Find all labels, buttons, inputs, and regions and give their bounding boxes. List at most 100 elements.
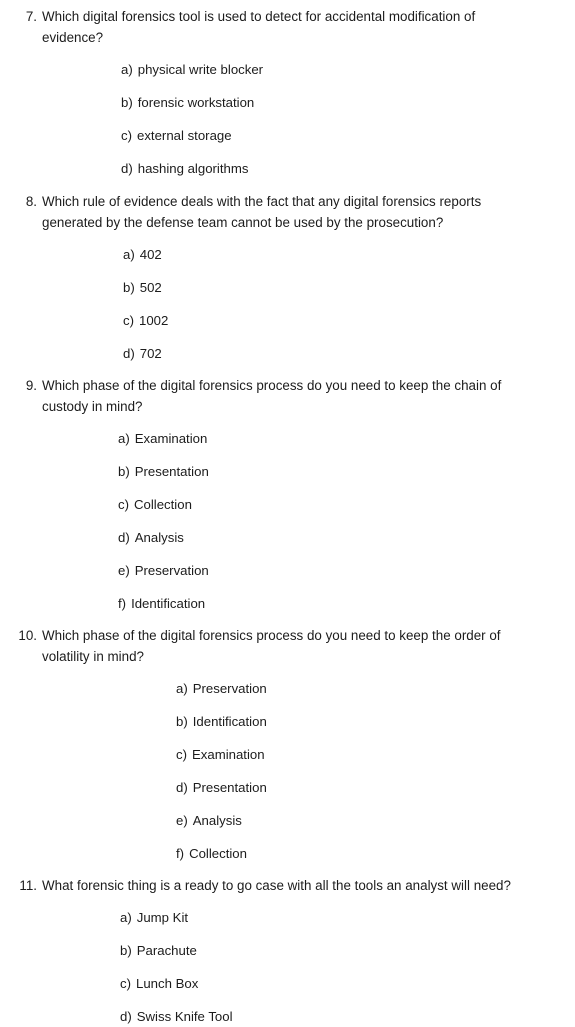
- option-text: physical write blocker: [137, 62, 264, 77]
- spacer: [0, 113, 545, 126]
- options-list: a) Examination b) Presentation c) Collec…: [0, 429, 545, 614]
- spacer: [0, 548, 545, 561]
- spacer: [0, 928, 545, 941]
- option-text: Examination: [134, 431, 208, 446]
- spacer: [0, 961, 545, 974]
- option-letter: c): [123, 313, 134, 328]
- question-row: 7. Which digital forensics tool is used …: [0, 6, 545, 48]
- option-text: 1002: [139, 313, 169, 328]
- spacer: [0, 146, 545, 159]
- question-block-7: 7. Which digital forensics tool is used …: [0, 6, 545, 179]
- option-letter: c): [121, 128, 132, 143]
- option-text: 502: [139, 280, 162, 295]
- options-list: a) Jump Kit b) Parachute c) Lunch Box d)…: [0, 908, 545, 1027]
- option-letter: d): [118, 530, 130, 545]
- question-number: 11.: [19, 878, 37, 893]
- option-row[interactable]: e) Analysis: [0, 811, 545, 831]
- option-row[interactable]: b) forensic workstation: [0, 93, 545, 113]
- option-letter: c): [118, 497, 129, 512]
- option-letter: a): [118, 431, 130, 446]
- options-list: a) 402 b) 502 c) 1002 d) 702: [0, 245, 545, 364]
- spacer: [0, 798, 545, 811]
- spacer: [0, 732, 545, 745]
- option-text: Examination: [192, 747, 265, 762]
- spacer: [0, 298, 545, 311]
- option-row[interactable]: c) 1002: [0, 311, 545, 331]
- option-letter: a): [176, 681, 188, 696]
- option-letter: a): [123, 247, 135, 262]
- option-row[interactable]: e) Preservation: [0, 561, 545, 581]
- option-row[interactable]: b) Presentation: [0, 462, 545, 482]
- question-text: Which rule of evidence deals with the fa…: [42, 194, 482, 230]
- option-row[interactable]: f) Identification: [0, 594, 545, 614]
- option-text: Presentation: [192, 780, 267, 795]
- option-text: Collection: [134, 497, 192, 512]
- question-number: 9.: [25, 378, 37, 393]
- option-letter: c): [176, 747, 187, 762]
- option-row[interactable]: a) Preservation: [0, 679, 545, 699]
- spacer: [0, 581, 545, 594]
- option-row[interactable]: c) Collection: [0, 495, 545, 515]
- option-row[interactable]: c) external storage: [0, 126, 545, 146]
- option-row[interactable]: a) Examination: [0, 429, 545, 449]
- option-letter: c): [120, 976, 131, 991]
- option-row[interactable]: d) Analysis: [0, 528, 545, 548]
- option-row[interactable]: f) Collection: [0, 844, 545, 864]
- option-row[interactable]: b) Identification: [0, 712, 545, 732]
- option-row[interactable]: d) Swiss Knife Tool: [0, 1007, 545, 1027]
- option-text: forensic workstation: [137, 95, 255, 110]
- option-row[interactable]: b) Parachute: [0, 941, 545, 961]
- option-row[interactable]: a) physical write blocker: [0, 60, 545, 80]
- option-text: Preservation: [192, 681, 267, 696]
- question-text: Which digital forensics tool is used to …: [42, 9, 476, 45]
- question-number: 7.: [25, 9, 37, 24]
- question-text: Which phase of the digital forensics pro…: [42, 378, 502, 414]
- question-text: Which phase of the digital forensics pro…: [42, 628, 501, 664]
- option-row[interactable]: c) Lunch Box: [0, 974, 545, 994]
- spacer: [0, 699, 545, 712]
- option-row[interactable]: b) 502: [0, 278, 545, 298]
- option-letter: d): [176, 780, 188, 795]
- option-row[interactable]: c) Examination: [0, 745, 545, 765]
- question-number: 8.: [25, 194, 37, 209]
- spacer: [0, 482, 545, 495]
- option-letter: a): [121, 62, 133, 77]
- spacer: [0, 80, 545, 93]
- option-row[interactable]: d) hashing algorithms: [0, 159, 545, 179]
- option-letter: f): [176, 846, 185, 861]
- option-letter: b): [120, 943, 132, 958]
- spacer: [0, 331, 545, 344]
- question-row: 8. Which rule of evidence deals with the…: [0, 191, 545, 233]
- question-block-10: 10. Which phase of the digital forensics…: [0, 625, 545, 864]
- option-text: Analysis: [192, 813, 242, 828]
- question-block-8: 8. Which rule of evidence deals with the…: [0, 191, 545, 364]
- option-row[interactable]: d) 702: [0, 344, 545, 364]
- option-letter: e): [118, 563, 130, 578]
- option-letter: f): [118, 596, 127, 611]
- option-text: 402: [139, 247, 162, 262]
- option-row[interactable]: d) Presentation: [0, 778, 545, 798]
- option-letter: a): [120, 910, 132, 925]
- option-text: Jump Kit: [136, 910, 189, 925]
- option-letter: b): [121, 95, 133, 110]
- option-letter: d): [120, 1009, 132, 1024]
- option-letter: b): [118, 464, 130, 479]
- question-row: 9. Which phase of the digital forensics …: [0, 375, 545, 417]
- options-list: a) physical write blocker b) forensic wo…: [0, 60, 545, 179]
- spacer: [0, 515, 545, 528]
- options-list: a) Preservation b) Identification c) Exa…: [0, 679, 545, 864]
- option-text: Analysis: [134, 530, 184, 545]
- option-row[interactable]: a) 402: [0, 245, 545, 265]
- option-row[interactable]: a) Jump Kit: [0, 908, 545, 928]
- question-text: What forensic thing is a ready to go cas…: [42, 878, 511, 893]
- option-text: external storage: [137, 128, 232, 143]
- option-text: Identification: [131, 596, 206, 611]
